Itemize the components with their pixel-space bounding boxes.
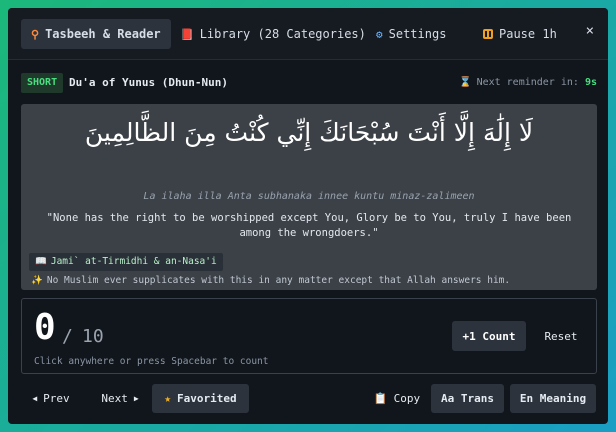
search-icon: ⚲ [31, 27, 40, 41]
next-label: Next [101, 392, 128, 405]
virtue-text: No Muslim ever supplicates with this in … [46, 275, 511, 286]
tab-tasbeeh-reader[interactable]: ⚲ Tasbeeh & Reader [21, 19, 171, 49]
current-count: 0 [34, 307, 56, 348]
tab-library[interactable]: 📕 Library (28 Categories) [180, 19, 366, 49]
app-window: ⚲ Tasbeeh & Reader 📕 Library (28 Categor… [8, 8, 608, 424]
star-icon: ★ [164, 392, 171, 405]
dua-info-row: SHORT Du'a of Yunus (Dhun-Nun) ⌛ Next rem… [21, 72, 597, 94]
hourglass-icon: ⌛ [459, 77, 472, 88]
transliteration: La ilaha illa Anta subhanaka innee kuntu… [143, 191, 475, 202]
pause-button[interactable]: Pause 1h [483, 19, 557, 49]
copy-button[interactable]: 📋 Copy [366, 384, 428, 413]
reminder-countdown: 9s [584, 77, 597, 88]
top-navigation: ⚲ Tasbeeh & Reader 📕 Library (28 Categor… [8, 8, 608, 60]
tab-settings[interactable]: ⚙ Settings [376, 19, 446, 49]
pause-icon [483, 29, 493, 39]
next-reminder: ⌛ Next reminder in: 9s [459, 77, 597, 88]
next-button[interactable]: Next ▶ [90, 384, 150, 413]
english-meaning: "None has the right to be worshipped exc… [46, 212, 572, 239]
triangle-left-icon: ◀ [32, 394, 38, 403]
count-hint: Click anywhere or press Spacebar to coun… [34, 356, 269, 367]
favorite-label: Favorited [177, 392, 237, 405]
toggle-transliteration-button[interactable]: Aa Trans [431, 384, 504, 413]
gear-icon: ⚙ [376, 27, 383, 41]
clipboard-icon: 📋 [373, 392, 388, 405]
arabic-text: لَا إِلَٰهَ إِلَّا أَنْتَ سُبْحَانَكَ إِ… [84, 118, 534, 147]
virtue-note: ✨ No Muslim ever supplicates with this in… [31, 275, 510, 286]
favorite-button[interactable]: ★ Favorited [152, 384, 249, 413]
length-badge: SHORT [21, 73, 64, 93]
close-button[interactable]: × [586, 23, 594, 39]
tab-label: Settings [388, 27, 447, 41]
copy-label: Copy [393, 392, 421, 405]
prev-label: Prev [43, 392, 70, 405]
source-label: Jami` at-Tirmidhi & an-Nasa'i [50, 256, 217, 267]
source-reference: 📖 Jami` at-Tirmidhi & an-Nasa'i [29, 253, 223, 271]
sparkle-icon: ✨ [31, 275, 43, 286]
triangle-right-icon: ▶ [133, 394, 139, 403]
prev-button[interactable]: ◀ Prev [22, 384, 80, 413]
reminder-label: Next reminder in: [476, 77, 579, 88]
pause-label: Pause 1h [499, 27, 557, 41]
increment-count-button[interactable]: +1 Count [452, 321, 526, 351]
target-count: 10 [82, 326, 104, 347]
book-open-icon: 📖 [35, 256, 47, 267]
reset-button[interactable]: Reset [534, 321, 588, 351]
tab-label: Library (28 Categories) [199, 27, 366, 41]
tasbeeh-counter[interactable]: 0 / 10 Click anywhere or press Spacebar … [21, 298, 597, 374]
book-icon: 📕 [180, 27, 194, 41]
tab-label: Tasbeeh & Reader [45, 27, 161, 41]
count-separator: / [62, 326, 73, 347]
reader-card[interactable]: لَا إِلَٰهَ إِلَّا أَنْتَ سُبْحَانَكَ إِ… [21, 104, 597, 290]
toggle-meaning-button[interactable]: En Meaning [510, 384, 596, 413]
dua-title: Du'a of Yunus (Dhun-Nun) [69, 76, 228, 89]
